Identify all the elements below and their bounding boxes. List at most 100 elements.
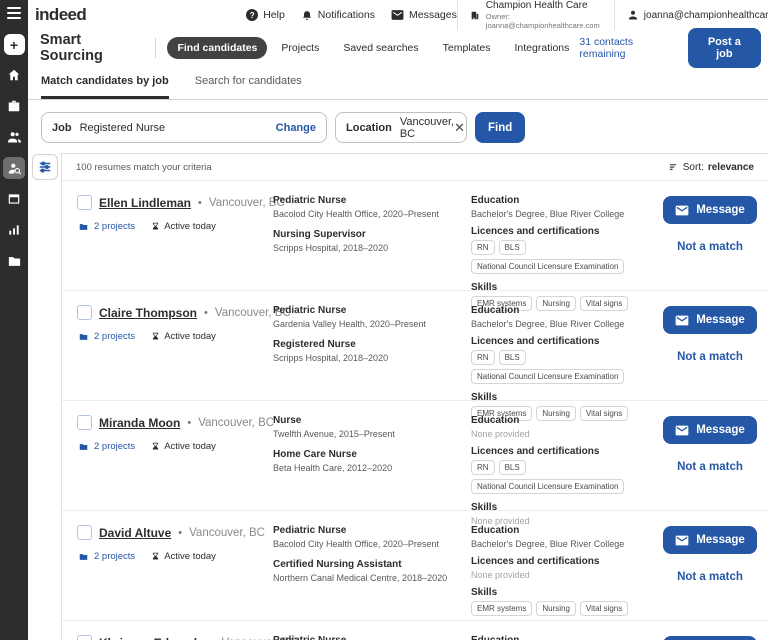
message-button[interactable]: Message [663, 416, 757, 444]
folder-rail-icon[interactable] [3, 250, 25, 272]
projects-link[interactable]: 2 projects [94, 221, 135, 232]
job-detail: Gardenia Valley Health, 2020–Present [273, 319, 426, 329]
left-rail: + [0, 0, 28, 640]
skill-tag: Vital signs [579, 601, 629, 616]
education-heading: Education [471, 525, 520, 536]
people-icon[interactable] [3, 126, 25, 148]
projects-link[interactable]: 2 projects [94, 331, 135, 342]
bell-icon [302, 11, 311, 20]
person-icon [628, 10, 637, 20]
licence-tag: RN [471, 460, 495, 475]
briefcase-icon[interactable] [3, 95, 25, 117]
education-value: Bachelor's Degree, Blue River College [471, 209, 625, 219]
help-menu[interactable]: ? Help [246, 9, 285, 21]
home-icon[interactable] [3, 64, 25, 86]
nav-saved-searches[interactable]: Saved searches [333, 37, 428, 59]
post-a-job-button[interactable]: Post a job [687, 27, 761, 68]
candidate-checkbox[interactable] [77, 305, 92, 320]
activity-status: Active today [164, 221, 216, 232]
change-job-link[interactable]: Change [276, 122, 316, 134]
job-title: Pediatric Nurse [273, 195, 347, 206]
candidate-name-link[interactable]: David Altuve [99, 526, 171, 540]
filters-button[interactable] [32, 154, 58, 180]
hourglass-icon [153, 222, 159, 230]
envelope-icon [675, 425, 689, 435]
nav-find-candidates[interactable]: Find candidates [167, 36, 268, 59]
envelope-icon [391, 10, 404, 20]
licence-tag: National Council Licensure Examination [471, 259, 625, 274]
filter-sliders-icon [39, 161, 51, 173]
job-detail: Scripps Hospital, 2018–2020 [273, 353, 389, 363]
candidate-checkbox[interactable] [77, 525, 92, 540]
messages-menu[interactable]: Messages [391, 9, 457, 21]
licence-tag: BLS [498, 460, 526, 475]
dot-separator: • [204, 306, 208, 319]
company-switcher[interactable]: Champion Health Care Owner: joanna@champ… [456, 0, 614, 30]
education-heading: Education [471, 195, 520, 206]
notifications-menu[interactable]: Notifications [301, 9, 375, 21]
nav-integrations[interactable]: Integrations [505, 37, 580, 59]
help-label: Help [263, 9, 285, 21]
candidate-name-link[interactable]: Miranda Moon [99, 416, 180, 430]
hamburger-menu-icon[interactable] [7, 7, 21, 19]
message-button[interactable]: Message [663, 196, 757, 224]
tab-match-by-job[interactable]: Match candidates by job [41, 75, 169, 99]
folder-icon [79, 443, 88, 450]
licences-heading: Licences and certifications [471, 556, 600, 567]
nav-projects[interactable]: Projects [271, 37, 329, 59]
not-a-match-link[interactable]: Not a match [677, 571, 743, 583]
not-a-match-link[interactable]: Not a match [677, 241, 743, 253]
analytics-chart-icon[interactable] [3, 219, 25, 241]
calendar-icon[interactable] [3, 188, 25, 210]
job-title: Nurse [273, 415, 302, 426]
messages-label: Messages [409, 9, 457, 21]
candidate-checkbox[interactable] [77, 635, 92, 640]
message-button[interactable]: Message [663, 306, 757, 334]
candidate-search-icon[interactable] [3, 157, 25, 179]
not-a-match-link[interactable]: Not a match [677, 461, 743, 473]
dot-separator: • [187, 416, 192, 429]
sort-control[interactable]: Sort: relevance [668, 162, 754, 173]
candidate-name-link[interactable]: Khrisana Edwards [99, 636, 204, 640]
building-icon [471, 11, 479, 19]
education-value: None provided [471, 429, 530, 439]
divider [154, 37, 156, 58]
job-title: Certified Nursing Assistant [273, 559, 402, 570]
location-field[interactable]: Location Vancouver, BC ✕ [335, 112, 467, 143]
nav-templates[interactable]: Templates [433, 37, 501, 59]
projects-link[interactable]: 2 projects [94, 441, 135, 452]
job-title: Registered Nurse [273, 339, 356, 350]
create-plus-button[interactable]: + [3, 34, 25, 55]
candidate-row: Claire Thompson • Vancouver, BC 2 projec… [62, 291, 768, 421]
licence-tag: RN [471, 350, 495, 365]
job-detail: Bacolod City Health Office, 2020–Present [273, 539, 439, 549]
education-heading: Education [471, 305, 520, 316]
licences-value: None provided [471, 570, 530, 580]
help-icon: ? [246, 9, 259, 21]
skills-heading: Skills [471, 587, 498, 598]
job-field[interactable]: Job Registered Nurse Change [41, 112, 327, 143]
skill-tag: EMR systems [471, 601, 533, 616]
indeed-logo[interactable]: indeed [35, 5, 87, 25]
message-button[interactable]: Message [663, 636, 757, 640]
job-detail: Northern Canal Medical Centre, 2018–2020 [273, 573, 448, 583]
licence-tag: National Council Licensure Examination [471, 479, 625, 494]
not-a-match-link[interactable]: Not a match [677, 351, 743, 363]
folder-icon [79, 333, 88, 340]
tab-search-candidates[interactable]: Search for candidates [195, 75, 302, 99]
activity-status: Active today [164, 551, 216, 562]
clear-location-icon[interactable]: ✕ [454, 121, 465, 134]
job-title: Home Care Nurse [273, 449, 357, 460]
candidate-checkbox[interactable] [77, 415, 92, 430]
folder-icon [79, 223, 88, 230]
projects-link[interactable]: 2 projects [94, 551, 135, 562]
sort-value: relevance [707, 161, 754, 173]
find-button[interactable]: Find [475, 112, 526, 143]
top-header: indeed ? Help Notifications Messages Cha… [28, 0, 768, 30]
message-button[interactable]: Message [663, 526, 757, 554]
candidate-checkbox[interactable] [77, 195, 92, 210]
candidate-name-link[interactable]: Ellen Lindleman [99, 196, 191, 210]
account-menu[interactable]: joanna@championhealthcare.com ▾ [613, 0, 768, 30]
contacts-remaining-link[interactable]: 31 contacts remaining [579, 36, 675, 60]
candidate-name-link[interactable]: Claire Thompson [99, 306, 197, 320]
